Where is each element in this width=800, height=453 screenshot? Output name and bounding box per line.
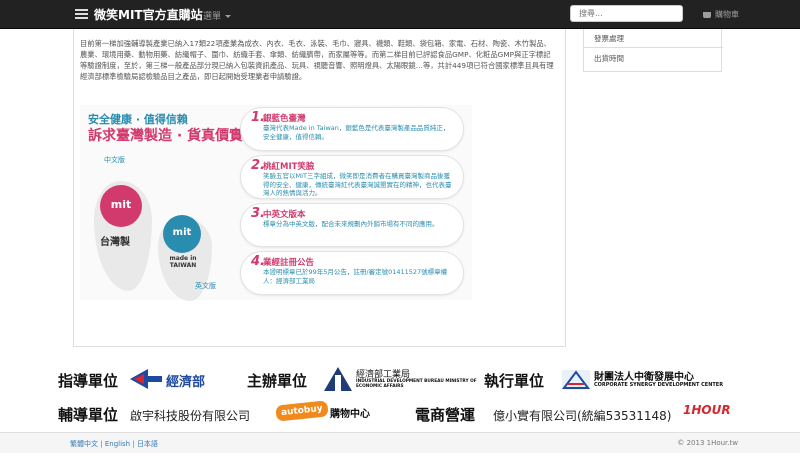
feature-title: 桃紅MIT笑臉 [263,162,315,172]
feature-title: 業經註冊公告 [263,258,315,268]
feature-body: 笑臉五官以MIT三字組成，微笑即是消費者在購買臺灣製商品後獲得的安全、健康，傳統… [263,172,452,197]
site-brand[interactable]: 微笑MIT官方直購站 [94,6,203,23]
mit-info-graphic: 安全健康 · 值得信賴 訴求臺灣製造 · 貨真價實 中文版 英文版 mit mi… [80,105,472,301]
slogan-line-2: 訴求臺灣製造 · 貨真價實 [88,128,244,144]
lang-separator: | [100,440,103,448]
sidebar-item-invoice[interactable]: 發票處理 [594,33,624,44]
sidebar-divider [584,47,723,48]
exec-org-cn: 財團法人中衛發展中心 [594,372,694,383]
moea-logo-icon [130,369,162,389]
feature-item: 1. 銀藍色臺灣 臺灣代表Made in Taiwan，銀藍色是代表臺灣製產品品… [240,107,464,151]
menu-dropdown-label: 選單 [203,12,222,22]
label-chinese-version: 中文版 [104,156,125,164]
lang-link-en[interactable]: English [105,440,130,448]
exec-org-en: CORPORATE SYNERGY DEVELOPMENT CENTER [594,382,724,388]
main-content-panel: 目前第一梯加強輔導製產業已納入17類22項產業為成衣、內衣、毛衣、泳裝、毛巾、寢… [73,29,566,347]
exec-heading: 執行單位 [484,372,545,390]
menu-dropdown[interactable]: 選單 [203,9,232,22]
feature-item: 2. 桃紅MIT笑臉 笑臉五官以MIT三字組成，微笑即是消費者在購買臺灣製商品後… [240,155,464,199]
lang-separator: | [132,440,135,448]
feature-title: 銀藍色臺灣 [263,114,306,124]
caret-down-icon [225,15,232,18]
idb-logo-icon [324,367,352,391]
guide-heading: 指導單位 [58,372,119,390]
mit-smile-logo-red: mit [100,185,142,227]
cart-link[interactable]: 購物車 [703,9,739,20]
autobuy-logo: autobuy [275,400,329,422]
feature-body: 本證明標章已於99年5月公告，註冊/審定號01411527號標章權人：經濟部工業… [263,268,448,285]
caption-made-in-tw: 台灣製 [100,237,130,248]
hamburger-menu-icon[interactable] [75,9,88,19]
cart-icon [703,11,711,18]
autobuy-name: 購物中心 [330,409,370,420]
language-switcher: 繁體中文 | English | 日本語 [70,439,158,449]
label-english-version: 英文版 [195,282,216,290]
page-footer: 繁體中文 | English | 日本語 © 2013 1Hour.tw [0,432,800,453]
ecom-org: 億小實有限公司(統編53531148) [493,409,672,423]
assist-org: 啟宇科技股份有限公司 [130,409,251,423]
onehour-logo: 1HOUR [683,403,731,417]
feature-item: 3. 中英文版本 標章分為中英文版，配合未來規劃內外銷市場有不同的應用。 [240,203,464,247]
sidebar-list: 發票處理 出貨時間 [583,29,723,72]
intro-paragraph: 目前第一梯加強輔導製產業已納入17類22項產業為成衣、內衣、毛衣、泳裝、毛巾、寢… [80,39,554,81]
ecom-heading: 電商營運 [415,406,476,424]
copyright-text: © 2013 1Hour.tw [677,439,738,447]
assist-heading: 輔導單位 [58,406,119,424]
lang-link-zh[interactable]: 繁體中文 [70,440,98,448]
host-heading: 主辦單位 [247,372,308,390]
caption-made-in-taiwan: made in TAIWAN [169,255,197,269]
sidebar-item-shipping[interactable]: 出貨時間 [594,53,624,64]
csd-logo-icon [562,370,590,390]
host-org-en: INDUSTRIAL DEVELOPMENT BUREAU MINISTRY O… [356,379,477,389]
feature-title: 中英文版本 [263,210,306,220]
feature-body: 標章分為中英文版，配合未來規劃內外銷市場有不同的應用。 [263,220,439,228]
top-navbar: 微笑MIT官方直購站 選單 購物車 [0,0,800,29]
feature-item: 4. 業經註冊公告 本證明標章已於99年5月公告，註冊/審定號01411527號… [240,251,464,295]
guide-org: 經濟部 [166,375,206,390]
lang-link-ja[interactable]: 日本語 [137,440,158,448]
search-input[interactable] [570,5,683,22]
feature-body: 臺灣代表Made in Taiwan，銀藍色是代表臺灣製產品品質純正，安全健康，… [263,124,450,141]
mit-smile-logo-blue: mit [163,215,201,253]
sponsor-banner: 指導單位 經濟部 主辦單位 經濟部工業局 INDUSTRIAL DEVELOPM… [0,362,800,432]
cart-label: 購物車 [715,10,739,19]
